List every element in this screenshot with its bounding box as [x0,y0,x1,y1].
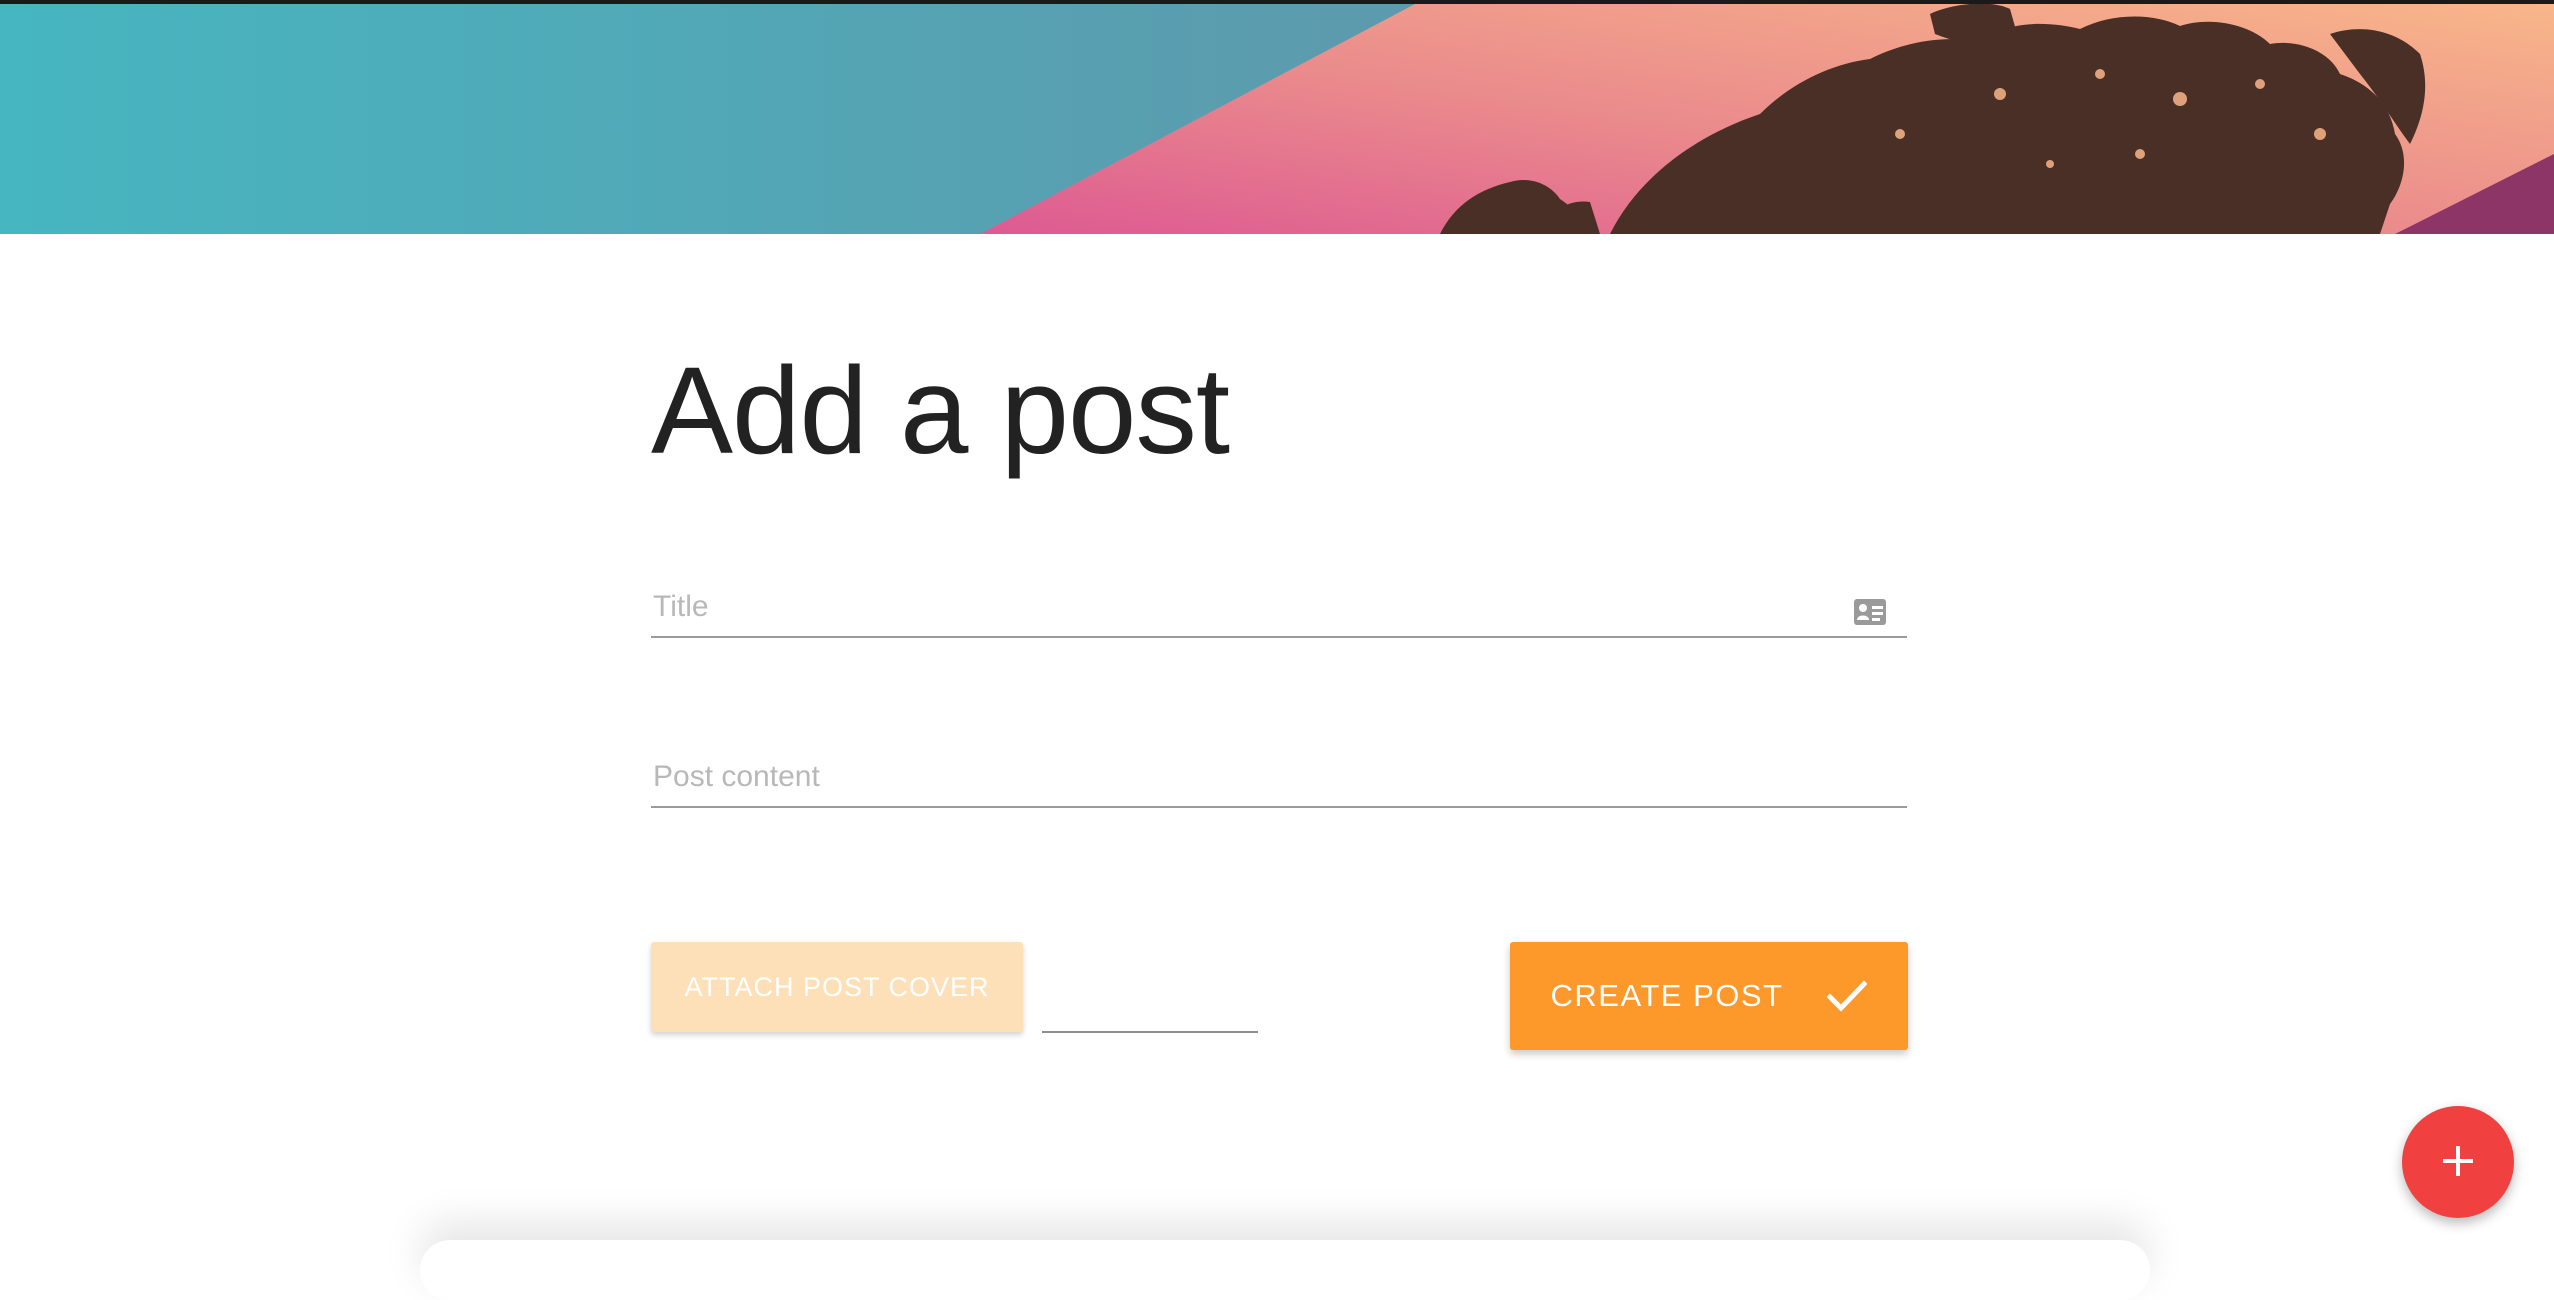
content-field [651,760,1907,808]
card-edge [420,1240,2150,1300]
page-title: Add a post [651,343,1230,480]
banner-artwork [0,4,2554,234]
plus-icon [2440,1143,2476,1182]
id-card-icon [1853,598,1887,626]
file-name-field[interactable] [1042,1031,1258,1033]
attach-post-cover-button[interactable]: ATTACH POST COVER [651,942,1023,1032]
title-field [651,590,1907,638]
post-content-input[interactable] [651,760,1907,808]
title-input[interactable] [651,590,1907,638]
checkmark-icon [1827,980,1868,1012]
create-post-label: CREATE POST [1550,978,1784,1013]
create-post-button[interactable]: CREATE POST [1510,942,1908,1050]
add-fab-button[interactable] [2402,1106,2514,1218]
header-banner [0,4,2554,234]
